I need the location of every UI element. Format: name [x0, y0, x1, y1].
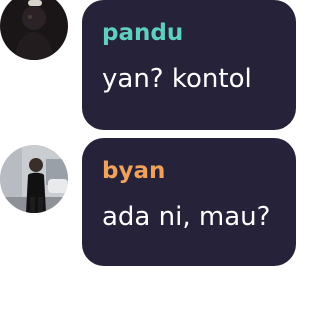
message-bubble[interactable]: byan ada ni, mau? [82, 138, 296, 266]
sender-name: pandu [102, 20, 184, 46]
message-text: ada ni, mau? [102, 202, 271, 232]
sender-name: byan [102, 158, 166, 184]
avatar[interactable] [0, 0, 68, 60]
avatar[interactable] [0, 145, 68, 213]
user-avatar-byan-street-icon [0, 145, 68, 213]
user-avatar-pandu-dark-icon [0, 0, 68, 60]
message-text: yan? kontol [102, 64, 252, 94]
message-bubble[interactable]: pandu yan? kontol [82, 0, 296, 130]
